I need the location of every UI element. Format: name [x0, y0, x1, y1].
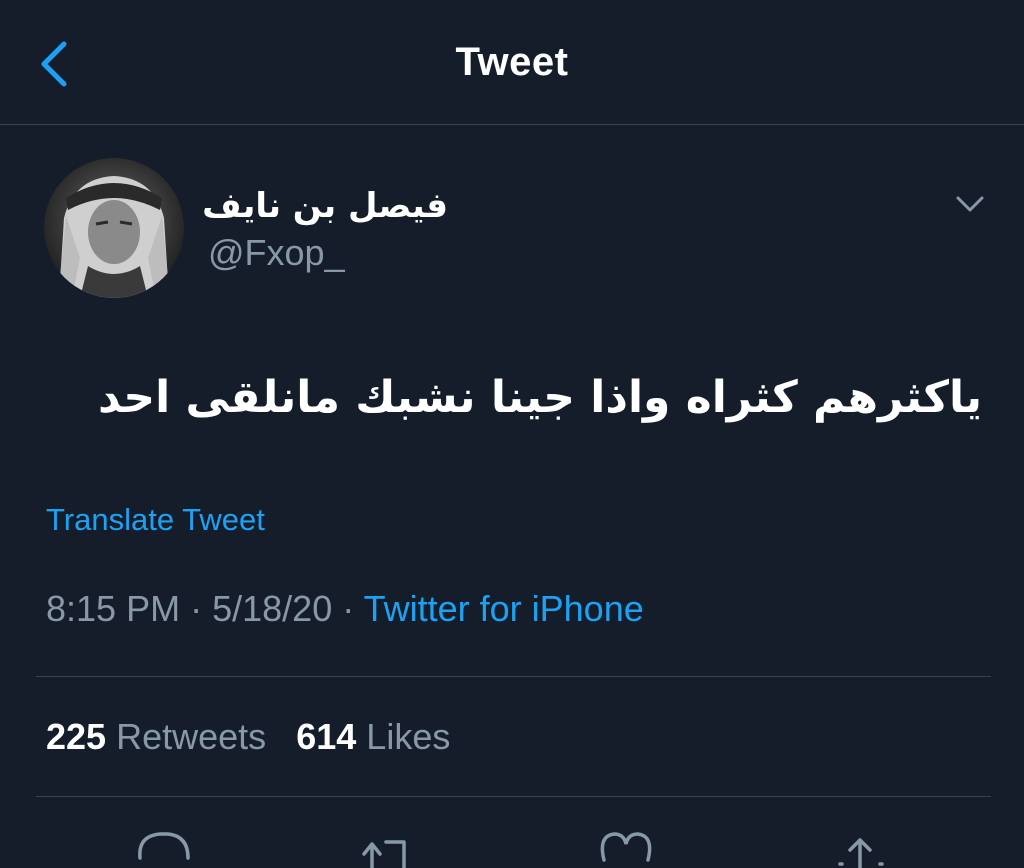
- tweet-source-link[interactable]: Twitter for iPhone: [364, 588, 644, 629]
- tweet-text: ياكثرهم كثراه واذا جينا نشبك مانلقى احد: [98, 372, 982, 423]
- likes-label: Likes: [366, 716, 451, 757]
- share-button[interactable]: [832, 818, 892, 868]
- retweet-button[interactable]: [358, 818, 418, 868]
- chevron-down-icon: [956, 196, 984, 212]
- share-icon: [838, 838, 884, 868]
- like-icon: [600, 832, 652, 862]
- divider: [36, 676, 991, 677]
- more-options-button[interactable]: [950, 190, 990, 220]
- tweet-meta: 8:15 PM · 5/18/20 · Twitter for iPhone: [46, 588, 644, 630]
- tweet-date: 5/18/20: [212, 588, 333, 629]
- retweet-icon: [362, 840, 406, 868]
- author-display-name[interactable]: فيصل بن نايف: [202, 186, 448, 226]
- tweet-detail-screen: Tweet فيصل بن نايف @Fxop_ ياكثرهم كثراه …: [0, 0, 1024, 868]
- reply-icon: [138, 832, 190, 860]
- divider: [36, 796, 991, 797]
- meta-separator: ·: [342, 588, 355, 629]
- retweets-count: 225: [46, 716, 107, 757]
- author-handle[interactable]: @Fxop_: [208, 232, 345, 274]
- tweet-time: 8:15 PM: [46, 588, 181, 629]
- avatar[interactable]: [44, 158, 184, 298]
- page-title: Tweet: [455, 40, 569, 84]
- retweets-stat[interactable]: 225 Retweets: [46, 716, 276, 757]
- likes-count: 614: [296, 716, 357, 757]
- likes-stat[interactable]: 614 Likes: [296, 716, 450, 757]
- like-button[interactable]: [596, 818, 656, 868]
- retweets-label: Retweets: [116, 716, 267, 757]
- top-bar: Tweet: [0, 0, 1024, 125]
- engagement-stats: 225 Retweets 614 Likes: [46, 716, 450, 758]
- avatar-image: [44, 158, 184, 298]
- meta-separator: ·: [190, 588, 203, 629]
- reply-button[interactable]: [134, 818, 194, 868]
- translate-tweet-link[interactable]: Translate Tweet: [46, 502, 265, 538]
